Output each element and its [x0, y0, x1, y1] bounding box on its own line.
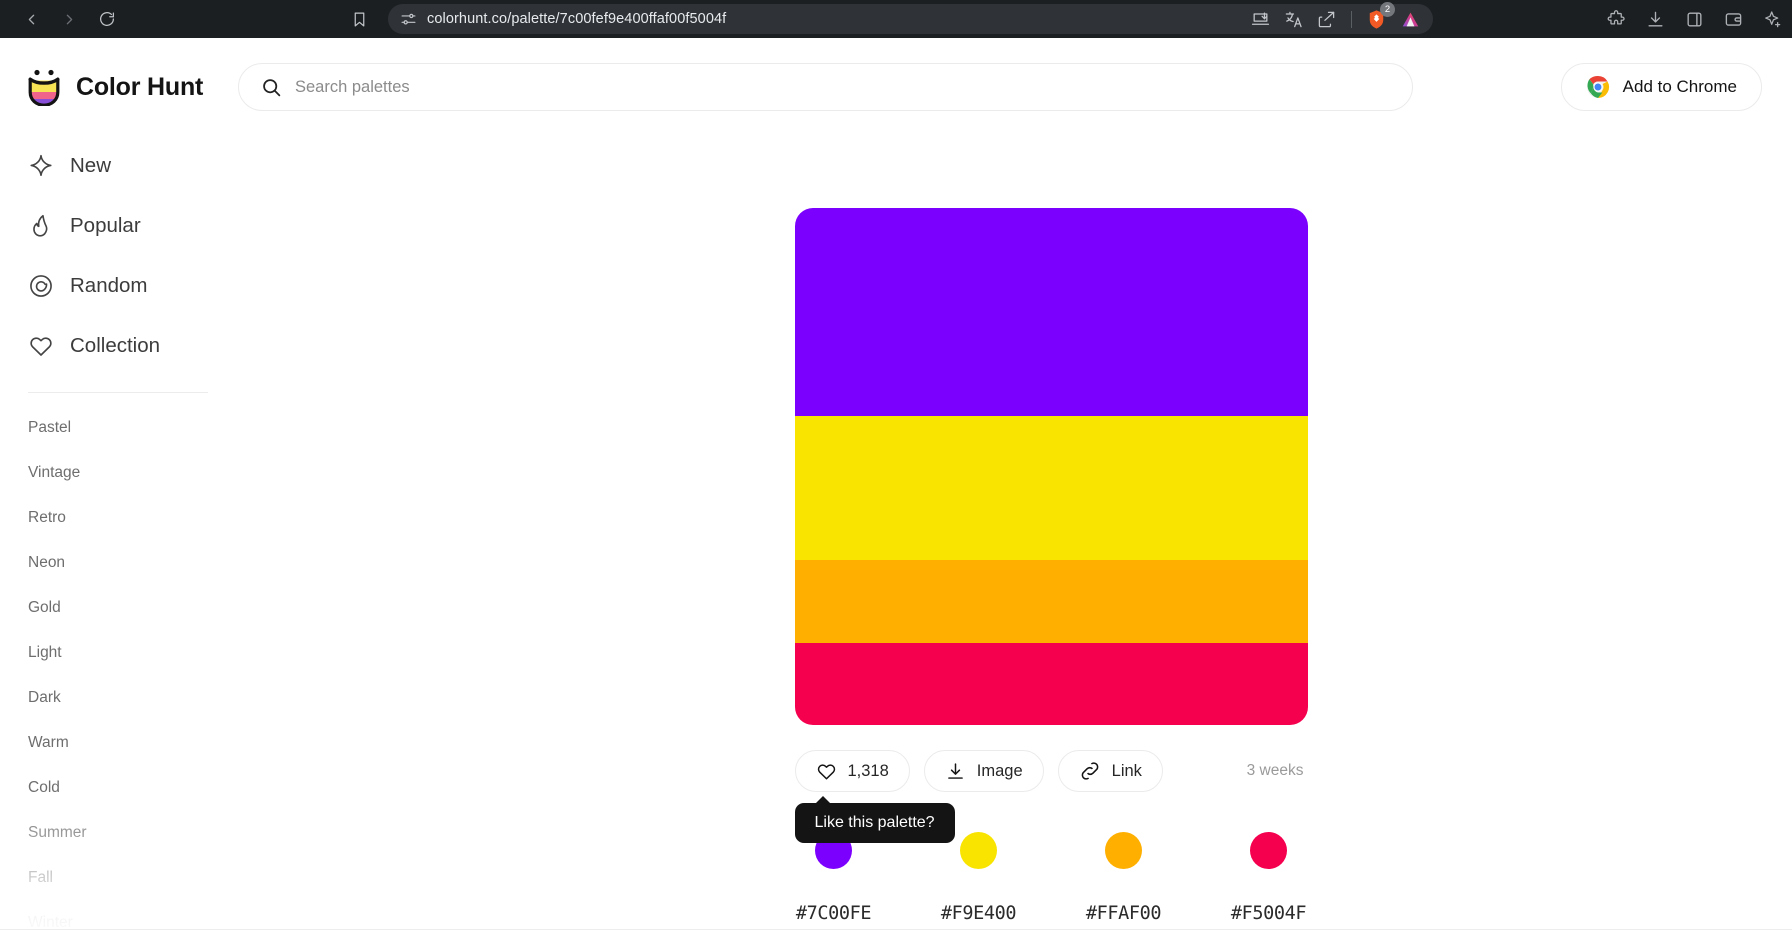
translate-icon[interactable] — [1284, 10, 1303, 29]
palette-actions: 1,318 Image Link 3 weeks Like this palet… — [794, 750, 1308, 843]
sidebar-item-random[interactable]: Random — [28, 256, 310, 316]
downloads-icon[interactable] — [1646, 10, 1665, 29]
heart-icon — [817, 763, 835, 780]
search-input[interactable]: Search palettes — [238, 63, 1413, 111]
site-header: Color Hunt Search palettes Add to Chrome — [0, 38, 1792, 136]
sidebar-tag-pastel[interactable]: Pastel — [28, 405, 310, 450]
back-button[interactable] — [14, 4, 48, 34]
palette-band-2[interactable] — [794, 416, 1308, 560]
site-settings-icon[interactable] — [400, 11, 417, 28]
sidebar-tag-cold[interactable]: Cold — [28, 765, 310, 810]
toolbar-divider — [1351, 10, 1352, 28]
swatch-dot[interactable] — [1105, 832, 1142, 869]
flame-icon — [33, 214, 48, 237]
color-hunt-logo-icon — [28, 69, 60, 106]
sidebar-tag-winter[interactable]: Winter — [28, 900, 310, 930]
palette-age: 3 weeks — [1246, 762, 1304, 779]
add-to-chrome-label: Add to Chrome — [1622, 77, 1737, 96]
reload-button[interactable] — [90, 4, 124, 34]
sidebar-item-label: Popular — [70, 214, 141, 237]
sidebar-item-label: Collection — [70, 334, 161, 357]
chrome-icon — [1586, 75, 1609, 98]
save-to-device-icon[interactable] — [1251, 10, 1270, 29]
palette-band-3[interactable] — [794, 560, 1308, 643]
swatch-dot[interactable] — [960, 832, 997, 869]
swatch-item[interactable]: #F5004F — [1196, 832, 1341, 924]
link-icon — [1081, 762, 1098, 780]
customize-icon[interactable] — [1763, 10, 1782, 29]
brave-shields-button[interactable]: 2 — [1367, 1, 1395, 30]
like-tooltip: Like this palette? — [794, 796, 955, 843]
page-body: Color Hunt Search palettes Add to Chrome — [0, 38, 1792, 930]
bookmark-icon — [354, 12, 364, 26]
copy-link-label: Link — [1111, 761, 1142, 780]
swatch-hex[interactable]: #F9E400 — [941, 903, 1017, 924]
sidebar-tag-list: Pastel Vintage Retro Neon Gold Light Dar… — [28, 405, 310, 930]
palette-band-4[interactable] — [794, 643, 1308, 725]
swatch-dot[interactable] — [1250, 832, 1287, 869]
sidebar-tag-dark[interactable]: Dark — [28, 675, 310, 720]
brand-logo-link[interactable]: Color Hunt — [26, 68, 238, 106]
sidebar-item-popular[interactable]: Popular — [28, 196, 310, 256]
like-button[interactable]: 1,318 — [794, 750, 910, 792]
sidebar-tag-retro[interactable]: Retro — [28, 495, 310, 540]
palette-band-1[interactable] — [794, 208, 1308, 416]
search-icon — [263, 78, 281, 96]
swatch-hex[interactable]: #7C00FE — [796, 903, 872, 924]
sidebar-tag-warm[interactable]: Warm — [28, 720, 310, 765]
address-bar[interactable]: colorhunt.co/palette/7c00fef9e400ffaf00f… — [388, 1, 1433, 34]
sidebar-icon[interactable] — [1685, 10, 1704, 29]
reload-icon — [100, 12, 115, 27]
swatch-item[interactable]: #F9E400 — [906, 832, 1051, 924]
swatch-item[interactable]: #FFAF00 — [1051, 832, 1196, 924]
forward-arrow-icon — [66, 14, 72, 24]
palette-detail: 1,318 Image Link 3 weeks Like this palet… — [310, 136, 1792, 930]
download-icon — [947, 762, 963, 779]
sidebar-tag-light[interactable]: Light — [28, 630, 310, 675]
heart-icon — [30, 337, 52, 356]
add-to-chrome-button[interactable]: Add to Chrome — [1560, 63, 1762, 111]
extensions-icon[interactable] — [1607, 9, 1626, 29]
browser-toolbar-right — [1607, 0, 1782, 38]
sidebar: New Popular Random Collection Pastel Vin… — [0, 136, 310, 930]
download-image-label: Image — [976, 761, 1023, 780]
copy-link-button[interactable]: Link — [1057, 750, 1163, 792]
search-placeholder: Search palettes — [295, 77, 410, 96]
shields-count-badge: 2 — [1380, 1, 1395, 17]
bookmark-button[interactable] — [342, 4, 376, 34]
swatch-hex[interactable]: #FFAF00 — [1086, 903, 1162, 924]
sidebar-tag-summer[interactable]: Summer — [28, 810, 310, 855]
palette-swatches: #7C00FE #F9E400 #FFAF00 #F5004F — [761, 832, 1341, 924]
browser-nav-buttons — [14, 4, 124, 34]
sidebar-divider — [28, 392, 208, 393]
back-arrow-icon — [28, 14, 34, 24]
brand-name: Color Hunt — [76, 72, 204, 101]
sidebar-item-new[interactable]: New — [28, 136, 310, 196]
forward-button[interactable] — [52, 4, 86, 34]
sidebar-item-label: New — [70, 154, 112, 177]
spiral-icon — [30, 275, 52, 297]
leo-ai-icon[interactable] — [1400, 10, 1421, 29]
sidebar-item-collection[interactable]: Collection — [28, 316, 310, 376]
sidebar-item-label: Random — [70, 274, 148, 297]
sidebar-tag-vintage[interactable]: Vintage — [28, 450, 310, 495]
share-icon[interactable] — [1317, 10, 1336, 29]
like-count: 1,318 — [847, 761, 889, 780]
swatch-item[interactable]: #7C00FE — [761, 832, 906, 924]
address-bar-actions: 2 — [1251, 1, 1421, 30]
download-image-button[interactable]: Image — [923, 750, 1044, 792]
swatch-hex[interactable]: #F5004F — [1231, 903, 1307, 924]
sidebar-tag-neon[interactable]: Neon — [28, 540, 310, 585]
palette-card[interactable] — [794, 208, 1308, 725]
sparkle-icon — [30, 154, 52, 177]
wallet-icon[interactable] — [1724, 10, 1743, 29]
sidebar-tag-fall[interactable]: Fall — [28, 855, 310, 900]
url-text[interactable]: colorhunt.co/palette/7c00fef9e400ffaf00f… — [427, 11, 1241, 27]
browser-toolbar: colorhunt.co/palette/7c00fef9e400ffaf00f… — [0, 0, 1792, 38]
sidebar-tag-gold[interactable]: Gold — [28, 585, 310, 630]
